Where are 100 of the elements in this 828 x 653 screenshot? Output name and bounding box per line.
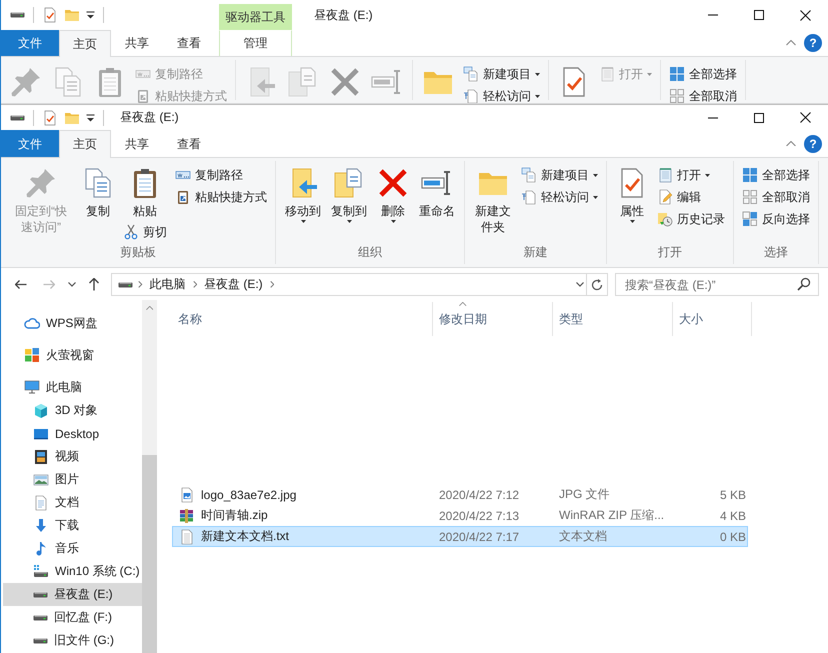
ribbon-button[interactable]: 轻松访问	[460, 85, 543, 103]
breadcrumb[interactable]: 此电脑	[148, 276, 188, 293]
column-header[interactable]: 名称	[172, 302, 433, 336]
help-button[interactable]: ?	[804, 34, 822, 52]
ribbon-button[interactable]: 复制到	[327, 161, 371, 225]
ribbon-button[interactable]: 复制路径	[172, 164, 270, 186]
sidebar-item[interactable]: 音乐	[3, 537, 142, 560]
sidebar-item[interactable]: Win10 系统 (C:)	[3, 560, 142, 583]
contextual-tab-header: 驱动器工具	[219, 4, 292, 30]
ribbon-tab[interactable]: 查看	[163, 30, 215, 56]
chevron-up-icon	[146, 306, 154, 311]
search-icon[interactable]	[796, 276, 812, 292]
drive-icon	[10, 12, 25, 18]
file-size: 5 KB	[718, 488, 747, 502]
customize-icon[interactable]	[86, 11, 95, 19]
sidebar-item[interactable]: 图片	[3, 468, 142, 491]
ribbon-button[interactable]: 复制	[78, 161, 118, 221]
text-file-icon	[179, 528, 195, 544]
modified-date: 2020/4/22 7:13	[438, 508, 520, 522]
customize-icon[interactable]	[86, 114, 95, 122]
ribbon-button[interactable]: 新建文件夹	[470, 161, 516, 237]
ribbon-button[interactable]: 全部取消	[739, 186, 813, 208]
new-item-icon	[463, 66, 479, 82]
image-file-icon	[179, 486, 195, 502]
close-icon	[800, 112, 810, 123]
ribbon-group-label: 选择	[763, 244, 789, 261]
file-row[interactable]: 时间青轴.zip 2020/4/22 7:13 WinRAR ZIP 压缩... 4 KB	[172, 505, 748, 526]
ribbon-tab[interactable]: 主页	[59, 130, 111, 158]
ribbon-tab[interactable]: 查看	[163, 130, 215, 157]
refresh-button[interactable]	[587, 273, 608, 296]
breadcrumb[interactable]: 昼夜盘 (E:)	[202, 276, 265, 293]
ribbon-button[interactable]: 粘贴	[125, 161, 165, 221]
ribbon-button[interactable]: 删除	[373, 161, 413, 225]
ribbon-button[interactable]: 粘贴快捷方式	[172, 186, 270, 208]
ribbon-button[interactable]: 编辑	[654, 186, 728, 208]
ribbon-button[interactable]: 属性	[612, 161, 652, 225]
checkmark-document-icon[interactable]	[42, 7, 58, 23]
ribbon-tab[interactable]: 主页	[59, 30, 111, 57]
ribbon-group-label: 剪贴板	[119, 244, 157, 261]
cloud-icon	[24, 315, 40, 331]
ribbon-button[interactable]: 全部选择	[739, 164, 813, 186]
ribbon-button[interactable]: 重命名	[415, 161, 459, 221]
sidebar-item[interactable]: Desktop	[3, 422, 142, 445]
ribbon-button[interactable]: 反向选择	[739, 208, 813, 230]
ribbon-button[interactable]: 全部选择	[666, 63, 740, 85]
ribbon-button[interactable]: 移动到	[281, 161, 325, 225]
ribbon-tab[interactable]: 共享	[111, 130, 163, 157]
ribbon-button[interactable]: 历史记录	[654, 208, 728, 230]
sidebar-item[interactable]: 3D 对象	[3, 399, 142, 422]
modified-date: 2020/4/22 7:12	[438, 488, 520, 502]
sidebar-item[interactable]: 视频	[3, 445, 142, 468]
address-bar[interactable]: 此电脑 昼夜盘 (E:)	[111, 273, 587, 296]
file-name: logo_83ae7e2.jpg	[201, 488, 296, 502]
cross-icon	[329, 66, 361, 98]
up-icon	[89, 278, 99, 291]
ribbon-button[interactable]: 打开	[654, 164, 728, 186]
file-row[interactable]: 新建文本文档.txt 2020/4/22 7:17 文本文档 0 KB	[172, 526, 748, 547]
file-size: 0 KB	[718, 530, 747, 544]
drive-icon	[33, 592, 48, 598]
ribbon-tab[interactable]: 文件	[1, 30, 59, 56]
chevron-down-icon	[576, 282, 584, 287]
collapse-ribbon-button[interactable]	[786, 140, 796, 146]
file-size: 4 KB	[718, 508, 747, 522]
forward-icon	[43, 280, 55, 289]
help-button[interactable]: ?	[804, 134, 822, 152]
ribbon-button[interactable]: 全部取消	[666, 85, 740, 103]
ribbon-button[interactable]: 新建项目	[460, 63, 543, 85]
chevron-up-icon	[786, 140, 796, 146]
ribbon-group-label: 组织	[357, 244, 383, 261]
sidebar-item[interactable]: 此电脑	[3, 375, 142, 399]
ribbon-tab[interactable]: 共享	[111, 30, 163, 56]
scrollbar-thumb[interactable]	[142, 455, 157, 653]
empty-grid-icon	[742, 189, 758, 205]
sidebar-item[interactable]: 旧文件 (G:)	[3, 629, 142, 652]
minimize-icon	[707, 14, 719, 16]
ribbon-button[interactable]: 剪切	[120, 221, 170, 243]
file-type: 文本文档	[558, 528, 608, 545]
sidebar-item[interactable]: 下载	[3, 514, 142, 537]
pin-icon	[10, 66, 42, 98]
checkmark-document-icon[interactable]	[42, 110, 58, 126]
sidebar-item[interactable]: 昼夜盘 (E:)	[3, 583, 142, 606]
sidebar-item[interactable]: 回忆盘 (F:)	[3, 606, 142, 629]
search-field[interactable]: 搜索“昼夜盘 (E:)”	[615, 273, 819, 296]
grid-icon	[742, 167, 758, 183]
ribbon-button[interactable]: 轻松访问	[518, 186, 601, 208]
sidebar-item[interactable]: WPS网盘	[3, 311, 142, 335]
address-dropdown-button[interactable]	[576, 282, 584, 287]
column-header[interactable]: 修改日期	[433, 302, 553, 336]
collapse-ribbon-button[interactable]	[786, 40, 796, 46]
column-header[interactable]: 类型	[553, 302, 673, 336]
column-header[interactable]: 大小	[673, 302, 752, 336]
window-title: 昼夜盘 (E:)	[120, 109, 179, 126]
file-row[interactable]: logo_83ae7e2.jpg 2020/4/22 7:12 JPG 文件 5 KB	[172, 484, 748, 505]
partial-grid-icon	[742, 211, 758, 227]
sidebar-item[interactable]: 文档	[3, 491, 142, 514]
ribbon-button[interactable]: 新建项目	[518, 164, 601, 186]
chevron-up-icon	[786, 40, 796, 46]
sidebar-item[interactable]: 火萤视窗	[3, 343, 142, 367]
ribbon-tab[interactable]: 文件	[1, 130, 59, 157]
document-icon	[33, 494, 49, 510]
